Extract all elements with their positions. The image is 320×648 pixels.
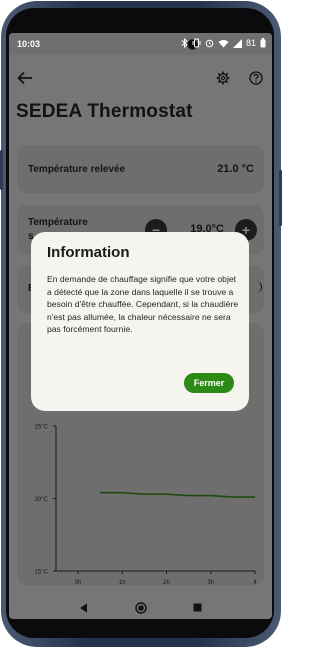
chart-series-line xyxy=(100,491,255,498)
power-button xyxy=(279,170,282,226)
dialog-message: En demande de chauffage signifie que vot… xyxy=(47,274,239,335)
chart-x-tick-label: 0h xyxy=(75,580,82,586)
navigation-bar xyxy=(9,599,272,619)
volume-button xyxy=(0,150,3,190)
close-button[interactable]: Fermer xyxy=(184,373,234,393)
chart-x-tick-label: 3h xyxy=(207,580,214,586)
recents-nav-icon[interactable] xyxy=(193,603,202,612)
chart-x-tick-label: 1h xyxy=(119,580,126,586)
chart-y-tick-label: 20°C xyxy=(35,497,49,503)
dialog-title: Information xyxy=(47,244,130,261)
back-nav-icon[interactable] xyxy=(79,603,88,613)
screen: 10:03 81 SEDEA Thermostat Température re… xyxy=(9,33,272,619)
chart-x-tick-label: 2h xyxy=(163,580,170,586)
chart-x-tick-label: 4 xyxy=(253,580,257,586)
home-nav-icon[interactable] xyxy=(135,602,147,614)
information-dialog: Information En demande de chauffage sign… xyxy=(31,232,249,411)
chart-y-tick-label: 15°C xyxy=(35,570,49,576)
chart-y-tick-label: 25°C xyxy=(35,425,49,431)
